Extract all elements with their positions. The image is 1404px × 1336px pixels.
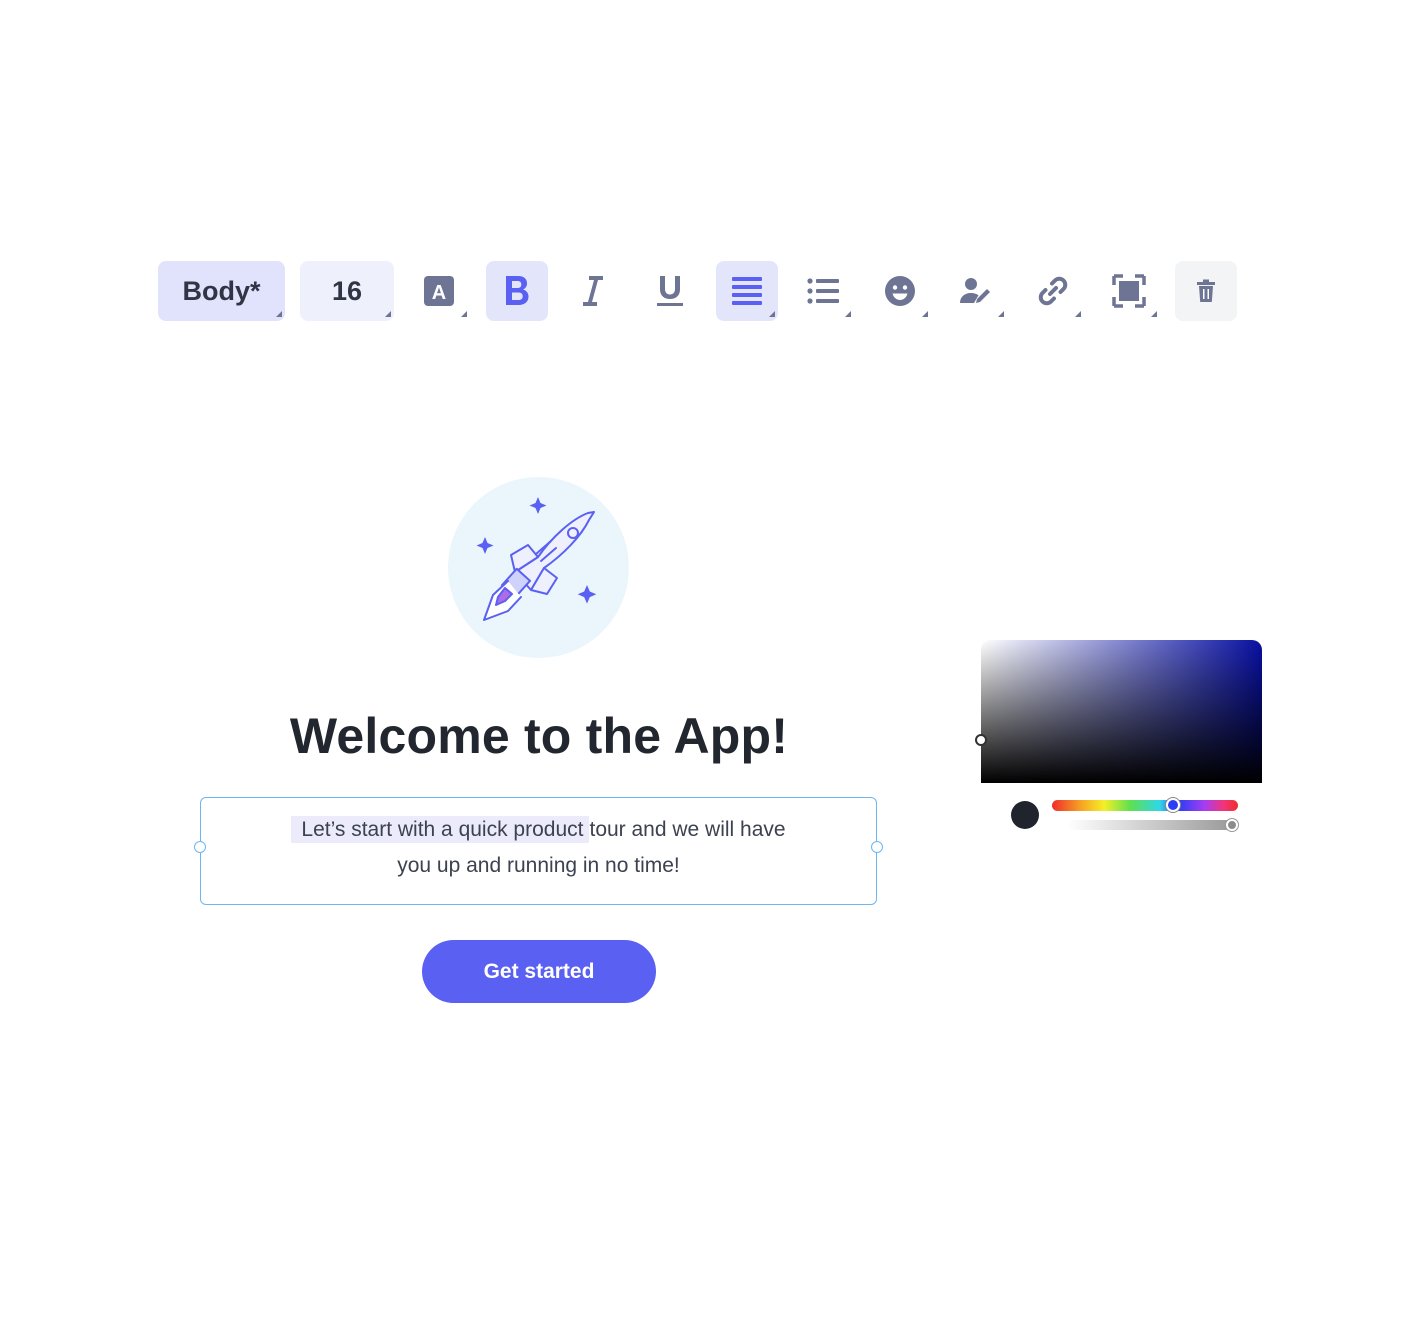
body-text-line-1: Let’s start with a quick product tour and… (201, 814, 876, 846)
selected-color-swatch (1011, 801, 1039, 829)
body-text-rest: tour and we will have (589, 818, 786, 841)
color-picker (975, 640, 1262, 840)
rocket-icon (476, 497, 597, 621)
body-text-box[interactable]: Let’s start with a quick product tour and… (194, 797, 883, 905)
user-edit-icon (959, 277, 993, 305)
user-edit-button[interactable] (945, 261, 1007, 321)
text-style-label: Body* (182, 275, 261, 306)
caret-icon (922, 311, 928, 317)
font-size-dropdown[interactable]: 16 (300, 261, 394, 321)
emoji-icon (884, 275, 916, 307)
get-started-button[interactable]: Get started (422, 940, 656, 1003)
saturation-value-area[interactable] (981, 640, 1262, 783)
caret-icon (461, 311, 467, 317)
font-size-label: 16 (331, 275, 363, 306)
bold-button[interactable] (486, 261, 548, 321)
caret-icon (385, 311, 391, 317)
svg-text:A: A (432, 282, 446, 304)
caret-icon (998, 311, 1004, 317)
opacity-slider[interactable] (1067, 820, 1232, 830)
underline-icon (655, 274, 685, 308)
selected-text: Let’s start with a quick product (291, 816, 590, 843)
align-center-icon (731, 275, 763, 307)
italic-icon (581, 273, 605, 309)
text-style-dropdown[interactable]: Body* (158, 261, 285, 321)
opacity-slider-thumb[interactable] (1226, 819, 1238, 831)
caret-icon (1151, 311, 1157, 317)
bold-icon (502, 273, 532, 309)
frame-button[interactable] (1098, 261, 1160, 321)
delete-button[interactable] (1175, 261, 1237, 321)
text-color-icon: A (423, 275, 455, 307)
align-button[interactable] (716, 261, 778, 321)
link-button[interactable] (1022, 261, 1084, 321)
page-title: Welcome to the App! (289, 708, 789, 764)
link-icon (1037, 275, 1069, 307)
text-color-button[interactable]: A (408, 261, 470, 321)
frame-icon (1112, 274, 1146, 308)
hue-slider[interactable] (1052, 800, 1238, 811)
hero-illustration (448, 477, 629, 658)
saturation-cursor[interactable] (975, 734, 987, 746)
caret-icon (1075, 311, 1081, 317)
list-icon (807, 277, 839, 305)
italic-button[interactable] (562, 261, 624, 321)
underline-button[interactable] (639, 261, 701, 321)
caret-icon (276, 311, 282, 317)
list-button[interactable] (792, 261, 854, 321)
trash-icon (1196, 279, 1216, 303)
hue-slider-thumb[interactable] (1166, 798, 1180, 812)
caret-icon (845, 311, 851, 317)
caret-icon (769, 311, 775, 317)
body-text-line-2: you up and running in no time! (397, 854, 680, 877)
emoji-button[interactable] (869, 261, 931, 321)
